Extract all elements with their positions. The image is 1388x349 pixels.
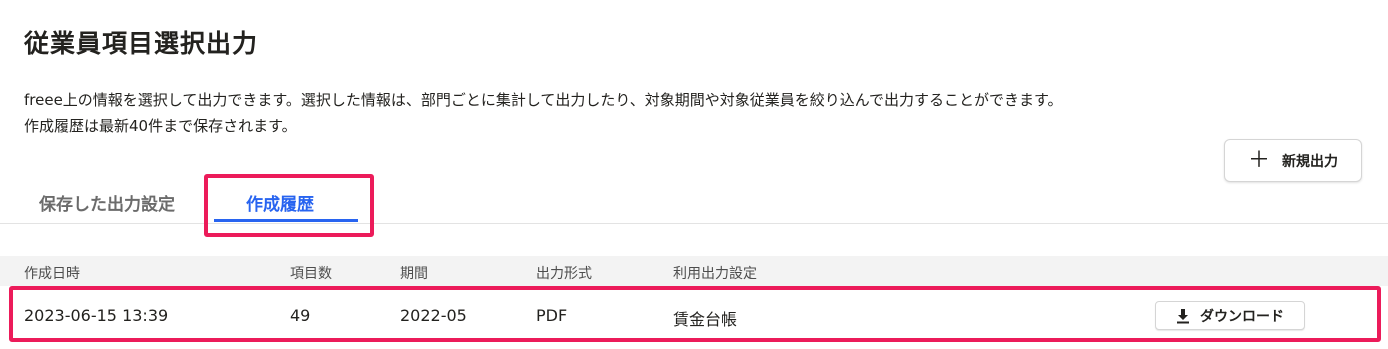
plus-icon: ＋ bbox=[1247, 147, 1270, 173]
page-description: freee上の情報を選択して出力できます。選択した情報は、部門ごとに集計して出力… bbox=[24, 91, 1063, 109]
column-header-period: 期間 bbox=[400, 266, 428, 282]
new-output-label: 新規出力 bbox=[1282, 153, 1338, 170]
column-header-format: 出力形式 bbox=[536, 266, 592, 282]
table-header: 作成日時 項目数 期間 出力形式 利用出力設定 bbox=[0, 256, 1388, 286]
column-header-created-at: 作成日時 bbox=[24, 266, 80, 282]
column-header-item-count: 項目数 bbox=[290, 266, 332, 282]
page-title: 従業員項目選択出力 bbox=[24, 29, 259, 58]
tab-highlight-frame bbox=[204, 174, 374, 237]
history-note: 作成履歴は最新40件まで保存されます。 bbox=[24, 117, 297, 135]
page: 従業員項目選択出力 freee上の情報を選択して出力できます。選択した情報は、部… bbox=[0, 0, 1388, 349]
row-highlight-frame bbox=[9, 286, 1381, 342]
column-header-setting: 利用出力設定 bbox=[673, 266, 757, 282]
tab-saved-settings[interactable]: 保存した出力設定 bbox=[39, 190, 175, 215]
